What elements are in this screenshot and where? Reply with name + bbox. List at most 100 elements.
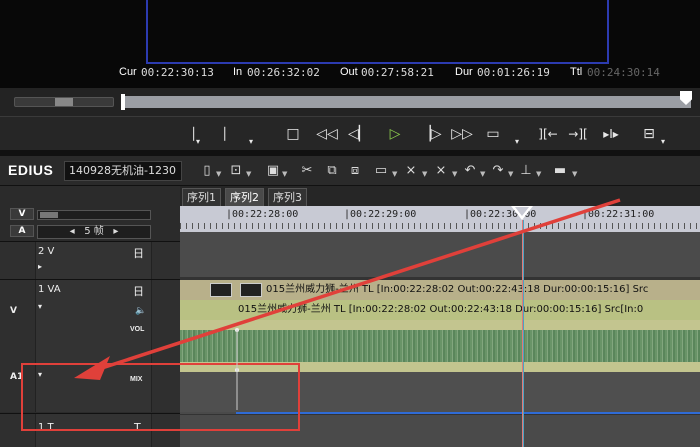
step-forward-icon[interactable]: ▕▷ [420,125,442,143]
link-icon[interactable]: ▭ [372,163,390,179]
export-caret-icon[interactable]: ▾ [658,133,668,151]
video-clip-label: 015兰州威力狮-兰州 TL [In:00:22:28:02 Out:00:22… [266,284,649,295]
timecode-row: Cur 00:22:30:13 In 00:26:32:02 Out 00:27… [0,66,700,80]
render-icon[interactable]: ▬ [550,163,570,179]
frame-unit-selector[interactable]: ◂ 5 帧 ▸ [37,225,151,239]
track-name: 1 T [38,422,54,433]
mark-out-caret-icon[interactable]: ▾ [246,133,256,151]
ruler-ticks [180,223,700,229]
audio-clip-label: 015兰州威力狮-兰州 TL [In:00:22:28:02 Out:00:22… [238,304,644,315]
scrub-area [0,88,700,116]
dur-label: Dur [455,66,473,78]
new-sequence-icon[interactable]: ▯ [200,163,214,179]
preview-monitor: Cur 00:22:30:13 In 00:26:32:02 Out 00:27… [0,0,700,88]
dur-timecode: 00:01:26:19 [477,66,550,79]
ruler-label: |00:22:28:00 [226,209,299,220]
safe-frame [146,0,609,64]
expand-icon[interactable]: ▸ [38,262,42,271]
ruler-label: |00:22:31:00 [582,209,655,220]
mix-label[interactable]: MIX [130,376,142,383]
video-clip[interactable]: 015兰州威力狮-兰州 TL [In:00:22:28:02 Out:00:22… [180,280,700,300]
overwrite-icon[interactable]: →][ [565,125,591,143]
position-bar[interactable] [121,96,691,108]
jog-slider[interactable] [14,97,114,107]
track-lane-2v[interactable] [180,232,700,278]
marker-caret-icon[interactable]: ▼ [536,170,541,178]
track-header-1va-inner [35,280,152,412]
time-ruler[interactable]: |00:22:28:00 |00:22:29:00 |00:22:30:00 |… [180,206,700,232]
track-lane-1t[interactable] [180,414,700,447]
track-header-1va[interactable]: V 1 VA 日 ▾ 🔈 VOL A1 ▾ MIX [0,279,180,412]
open-caret-icon[interactable]: ▼ [246,170,251,178]
export-icon[interactable]: ⊟ [640,125,658,143]
track-visibility-icon[interactable]: 日 [133,245,144,261]
redo-icon[interactable]: ↷ [490,163,506,179]
audio-waveform[interactable] [180,320,700,372]
rewind-icon[interactable]: ◁◁ [314,125,340,143]
clip-thumbnail [210,283,232,297]
cut-icon[interactable]: ✂ [300,163,314,179]
open-icon[interactable]: ⊡ [228,163,244,179]
ttl-label: Ttl [570,66,583,78]
new-sequence-caret-icon[interactable]: ▼ [216,170,221,178]
track-visibility-icon[interactable]: 日 [133,283,144,299]
vol-label[interactable]: VOL [130,326,144,333]
zoom-knob[interactable] [40,212,58,218]
collapse-icon[interactable]: ▾ [38,302,42,311]
jog-knob[interactable] [55,98,73,106]
ripple-delete-icon[interactable]: ⨯ [432,163,450,179]
audio-mode-badge[interactable]: A [10,225,34,237]
audio-clip[interactable]: 015兰州威力狮-兰州 TL [In:00:22:28:02 Out:00:22… [180,300,700,320]
speaker-icon[interactable]: 🔈 [135,306,146,316]
mark-in-caret-icon[interactable]: ▾ [193,133,203,151]
timeline-area[interactable]: 序列1 序列2 序列3 |00:22:28:00 |00:22:29:00 |0… [180,186,700,447]
mark-out-icon[interactable]: ⎸ [224,125,238,143]
track-header-2v[interactable]: 2 V 日 ▸ [0,241,180,279]
ripple-caret-icon[interactable]: ▼ [452,170,457,178]
audio-collapse-icon[interactable]: ▾ [38,370,42,379]
stop-icon[interactable]: □ [284,125,302,143]
next-unit-icon[interactable]: ▸ [113,226,118,237]
undo-caret-icon[interactable]: ▼ [480,170,485,178]
in-label: In [233,66,243,78]
title-track-icon[interactable]: T [134,421,141,434]
match-frame-icon[interactable]: ▸I▸ [598,125,624,143]
save-icon[interactable]: ▣ [266,163,280,179]
step-back-icon[interactable]: ◁▏ [348,125,370,143]
transport-controls: ⎹ ▾ ⎸ ▾ □ ◁◁ ◁▏ ▷ ▕▷ ▷▷ ▭ ▾ ][← →][ ▸I▸ … [0,116,700,150]
cur-timecode: 00:22:30:13 [141,66,214,79]
audio-lane-empty[interactable] [180,372,700,412]
fast-forward-icon[interactable]: ▷▷ [449,125,475,143]
save-caret-icon[interactable]: ▼ [282,170,287,178]
copy-icon[interactable]: ⧉ [325,163,339,179]
insert-icon[interactable]: ][← [535,125,561,143]
clip-thumbnail [240,283,262,297]
render-caret-icon[interactable]: ▼ [572,170,577,178]
cur-label: Cur [119,66,137,78]
mark-in-icon[interactable]: ⎹ [180,125,194,143]
zoom-slider[interactable] [37,210,151,220]
project-name-field[interactable]: 140928无机油-1230 [64,161,182,181]
paste-icon[interactable]: ⧈ [348,163,362,179]
sequence-tabs: 序列1 序列2 序列3 [180,186,700,206]
video-mode-badge[interactable]: V [10,208,34,220]
link-caret-icon[interactable]: ▼ [392,170,397,178]
prev-unit-icon[interactable]: ◂ [70,226,75,237]
tab-sequence-2[interactable]: 序列2 [225,188,264,206]
track-header-1t[interactable]: 1 T T [0,413,180,447]
tab-sequence-1[interactable]: 序列1 [182,188,221,206]
marker-icon[interactable]: ⊥ [518,163,534,179]
tab-sequence-3[interactable]: 序列3 [268,188,307,206]
delete-caret-icon[interactable]: ▼ [422,170,427,178]
delete-icon[interactable]: ⨯ [402,163,420,179]
timeline-toolbar: EDIUS 140928无机油-1230 ▯ ▼ ⊡ ▼ ▣ ▼ ✂ ⧉ ⧈ ▭… [0,156,700,186]
position-marker[interactable] [121,94,125,110]
audio-side-icon: A1 [10,372,24,382]
frame-unit-label: 5 帧 [84,226,104,237]
loop-caret-icon[interactable]: ▾ [512,133,522,151]
loop-icon[interactable]: ▭ [484,125,502,143]
undo-icon[interactable]: ↶ [462,163,478,179]
play-icon[interactable]: ▷ [385,125,405,143]
app-logo: EDIUS [8,162,54,178]
redo-caret-icon[interactable]: ▼ [508,170,513,178]
